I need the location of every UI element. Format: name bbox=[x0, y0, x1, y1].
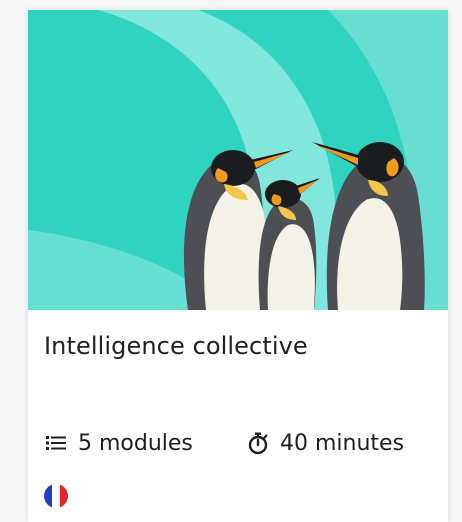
duration-label: 40 minutes bbox=[280, 430, 405, 456]
course-title: Intelligence collective bbox=[44, 332, 308, 360]
fr-flag-icon bbox=[44, 484, 68, 508]
modules-count: 5 modules bbox=[44, 428, 193, 458]
course-hero-image bbox=[28, 10, 448, 310]
course-duration: 40 minutes bbox=[246, 428, 404, 458]
stopwatch-icon bbox=[246, 431, 270, 455]
list-icon bbox=[44, 431, 68, 455]
modules-label: 5 modules bbox=[78, 430, 193, 456]
course-card[interactable]: Intelligence collective 5 modules 40 min… bbox=[28, 10, 448, 522]
